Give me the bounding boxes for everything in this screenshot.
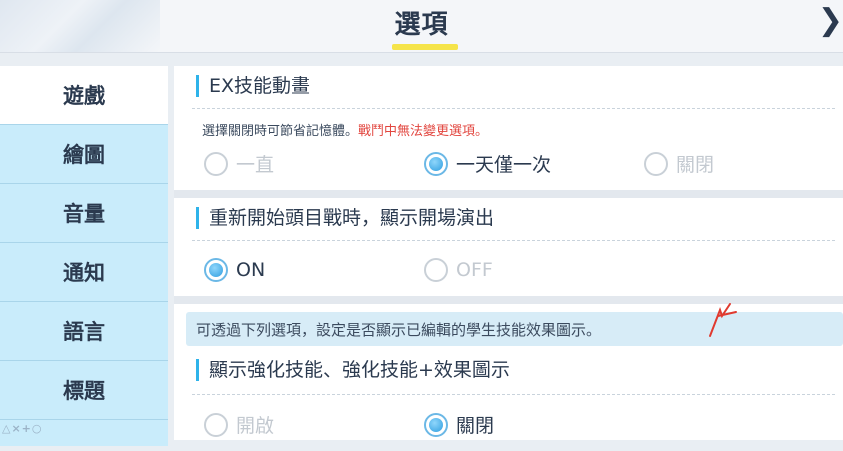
page-title: 選項 <box>394 10 449 40</box>
tab-label: 標題 <box>63 379 105 403</box>
section-restart-intro: 重新開始頭目戰時，顯示開場演出 ON OFF <box>178 198 843 296</box>
note-warning: 戰鬥中無法變更選項。 <box>358 124 489 139</box>
divider <box>192 394 835 395</box>
sidebar-footer: △×+○ <box>0 420 168 446</box>
sidebar: 遊戲 繪圖 音量 通知 語言 標題 △×+○ <box>0 66 168 446</box>
tab-label: 音量 <box>63 202 105 226</box>
radio-icon <box>204 412 228 437</box>
tab-label: 語言 <box>63 320 105 344</box>
radio-icon <box>204 151 228 176</box>
divider <box>192 108 835 109</box>
radio-selected-icon <box>204 258 228 282</box>
section-gap <box>174 296 843 304</box>
option-on[interactable]: ON <box>204 258 265 282</box>
divider <box>192 240 835 241</box>
option-disable[interactable]: 關閉 <box>424 411 494 438</box>
section-gap <box>174 190 843 198</box>
tab-title[interactable]: 標題 <box>0 361 168 420</box>
tab-label: 通知 <box>63 261 105 285</box>
option-label: 開啟 <box>236 415 275 437</box>
red-scribble <box>709 303 737 337</box>
option-label: 一天僅一次 <box>456 154 552 176</box>
option-label: OFF <box>456 259 493 281</box>
radio-icon <box>424 258 448 282</box>
option-label: 關閉 <box>456 415 495 437</box>
option-enable[interactable]: 開啟 <box>204 411 274 438</box>
option-always[interactable]: 一直 <box>204 150 274 177</box>
option-label: 關閉 <box>676 154 715 176</box>
tab-volume[interactable]: 音量 <box>0 184 168 243</box>
radio-selected-icon <box>424 151 448 176</box>
tab-language[interactable]: 語言 <box>0 302 168 361</box>
section-heading: EX技能動畫 <box>196 75 310 97</box>
note-text: 選擇關閉時可節省記憶體。 <box>202 124 359 139</box>
chevron-right-icon[interactable]: ❯ <box>818 4 843 38</box>
option-label: ON <box>236 259 266 281</box>
tab-notification[interactable]: 通知 <box>0 243 168 302</box>
section-ex-skill: EX技能動畫 選擇關閉時可節省記憶體。戰鬥中無法變更選項。 一直 一天僅一次 關… <box>178 66 843 190</box>
footer-glyphs: △×+○ <box>2 422 43 435</box>
option-once-a-day[interactable]: 一天僅一次 <box>424 150 551 177</box>
title-underline <box>392 44 458 50</box>
option-off[interactable]: OFF <box>424 258 493 282</box>
info-banner: 可透過下列選項，設定是否顯示已編輯的學生技能效果圖示。 <box>186 312 843 346</box>
radio-icon <box>644 151 668 176</box>
tab-game[interactable]: 遊戲 <box>0 66 168 125</box>
tab-label: 繪圖 <box>63 143 105 167</box>
header-bar: 選項 ❯ <box>0 0 843 53</box>
section-note: 選擇關閉時可節省記憶體。戰鬥中無法變更選項。 <box>202 120 488 139</box>
tab-graphics[interactable]: 繪圖 <box>0 125 168 184</box>
section-heading: 顯示強化技能、強化技能+效果圖示 <box>196 359 510 381</box>
section-skill-icons: 顯示強化技能、強化技能+效果圖示 開啟 關閉 <box>178 350 843 440</box>
option-label: 一直 <box>236 154 275 176</box>
section-heading: 重新開始頭目戰時，顯示開場演出 <box>196 207 494 229</box>
option-off[interactable]: 關閉 <box>644 150 714 177</box>
radio-selected-icon <box>424 412 448 437</box>
tab-label: 遊戲 <box>63 84 105 108</box>
